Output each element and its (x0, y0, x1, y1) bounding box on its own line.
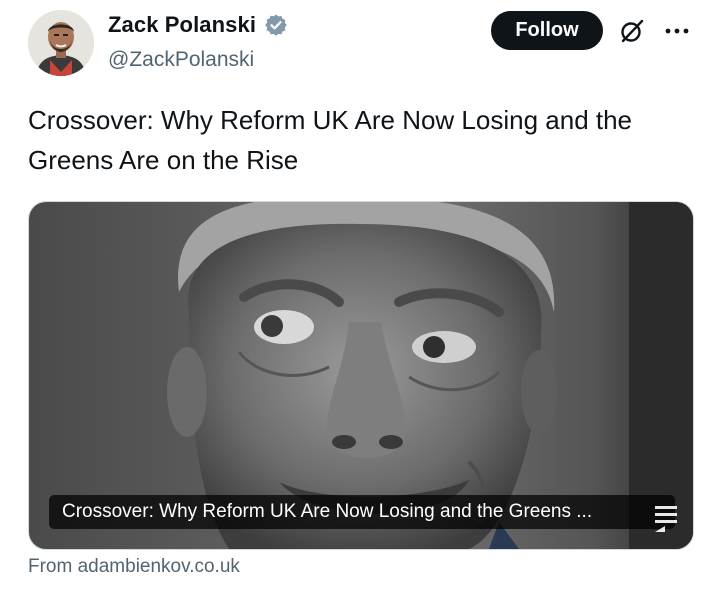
author-name-row[interactable]: Zack Polanski (108, 12, 288, 38)
card-source-link[interactable]: From adambienkov.co.uk (28, 556, 240, 578)
article-icon (655, 506, 677, 532)
author-name[interactable]: Zack Polanski (108, 12, 256, 38)
avatar[interactable] (28, 10, 94, 76)
verified-badge-icon (265, 14, 287, 36)
card-caption-text: Crossover: Why Reform UK Are Now Losing … (62, 501, 593, 522)
card-caption: Crossover: Why Reform UK Are Now Losing … (49, 495, 675, 529)
grok-icon[interactable] (619, 18, 645, 44)
avatar-image (28, 10, 94, 76)
follow-button[interactable]: Follow (491, 11, 603, 50)
tweet-text: Crossover: Why Reform UK Are Now Losing … (28, 105, 633, 175)
more-horizontal-icon[interactable] (663, 22, 691, 40)
link-card[interactable]: Crossover: Why Reform UK Are Now Losing … (28, 201, 694, 550)
author-handle[interactable]: @ZackPolanski (108, 48, 254, 72)
